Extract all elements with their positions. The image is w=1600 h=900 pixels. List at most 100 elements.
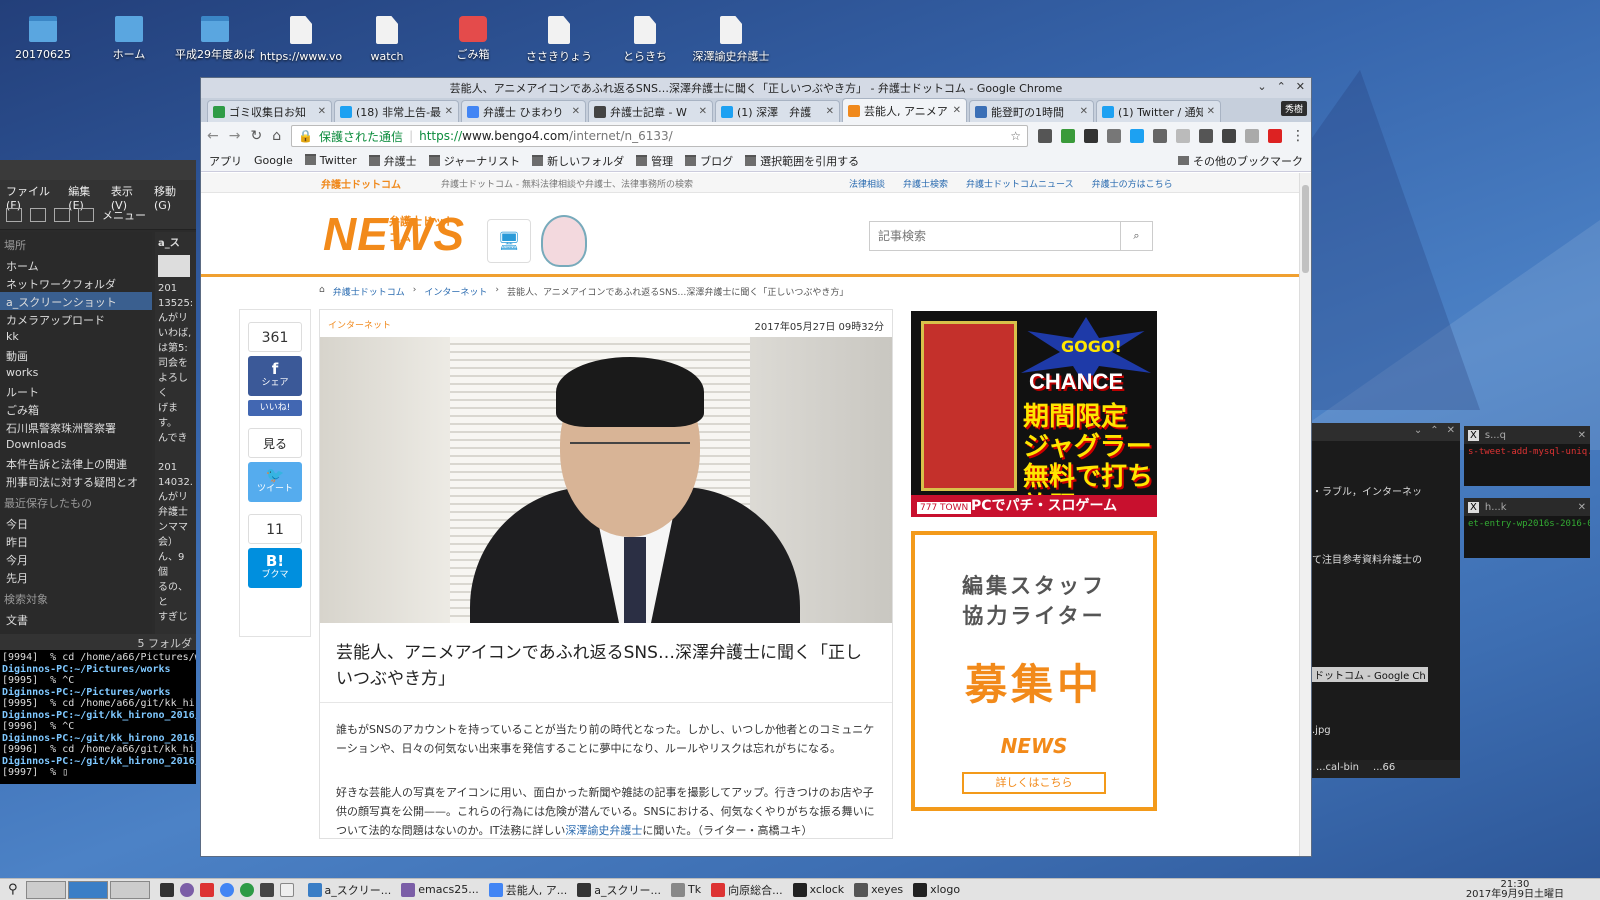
back-icon[interactable]	[6, 207, 22, 222]
sidebar-item[interactable]: カメラアップロード	[0, 310, 152, 328]
app-menu-icon[interactable]: ⚲	[8, 882, 18, 897]
close-tab-icon[interactable]: ✕	[1080, 106, 1088, 117]
extension-icon[interactable]	[1084, 129, 1098, 143]
article-category[interactable]: インターネット	[328, 318, 391, 331]
mascot-icon[interactable]	[541, 215, 587, 267]
desktop-icon-folder[interactable]: 20170625	[0, 14, 86, 62]
browser-tab[interactable]: 芸能人, アニメア ✕	[842, 98, 967, 122]
column-header[interactable]: a_ス	[158, 236, 193, 251]
like-button[interactable]: いいね!	[248, 400, 302, 416]
taskbar-window[interactable]: xeyes	[854, 882, 903, 898]
search-input[interactable]	[870, 222, 1120, 250]
bookmark-item[interactable]: Twitter	[305, 154, 357, 167]
address-bar[interactable]: 🔒 保護された通信 | https://www.bengo4.com/inter…	[291, 125, 1028, 147]
browser-titlebar[interactable]: 芸能人、アニメアイコンであふれ返るSNS…深澤弁護士に聞く「正しいつぶやき方」 …	[201, 78, 1311, 98]
desktop-icon-folder[interactable]: 平成29年度あば	[172, 14, 258, 62]
recent-item[interactable]: 今月	[0, 550, 152, 568]
sidebar-item[interactable]: 石川県警察珠洲警察署	[0, 418, 152, 436]
right-terminal-window[interactable]: ⌄ ⌃ ✕ ・ラブル，インターネッ て注目参考資料弁護士の ドットコム - Goog…	[1312, 423, 1460, 778]
menu-file[interactable]: ファイル(F)	[6, 183, 60, 212]
topbar-link[interactable]: 弁護士検索	[903, 177, 948, 190]
extension-icon[interactable]	[1268, 129, 1282, 143]
forward-icon[interactable]: →	[229, 128, 241, 144]
close-tab-icon[interactable]: ✕	[572, 106, 580, 117]
icon-view-icon[interactable]	[54, 207, 70, 222]
back-icon[interactable]: ←	[207, 128, 219, 144]
close-tab-icon[interactable]: ✕	[826, 106, 834, 117]
browser-tab[interactable]: (1) Twitter / 通知 ✕	[1096, 100, 1221, 122]
mini-window-2[interactable]: Xh...k ✕ et-entry-wp2016s-2016-0	[1464, 498, 1590, 558]
bookmark-item[interactable]: 管理	[636, 153, 673, 169]
terminal-tab[interactable]: ...66	[1373, 762, 1395, 776]
menu-go[interactable]: 移動(G)	[154, 183, 190, 212]
chevron-up-icon[interactable]: ⌃	[1430, 425, 1438, 439]
sidebar-item[interactable]: works	[0, 364, 152, 382]
browser-tab[interactable]: 弁護士 ひまわり ✕	[461, 100, 586, 122]
search-icon[interactable]: ⌕	[1120, 222, 1152, 250]
writer-recruit-ad[interactable]: 編集スタッフ 協力ライター 募集中 NEWS 詳しくはこちら	[911, 531, 1157, 811]
sidebar-item[interactable]: ごみ箱	[0, 400, 152, 418]
sidebar-item[interactable]: 動画	[0, 346, 152, 364]
emacs-launcher-icon[interactable]	[179, 882, 194, 897]
app-launcher-icon[interactable]	[259, 882, 274, 897]
desktop-icon-home[interactable]: ホーム	[86, 14, 172, 62]
bookmark-item[interactable]: Google	[254, 154, 293, 167]
sidebar-item[interactable]: ネットワークフォルダ	[0, 274, 152, 292]
taskbar-window[interactable]: xlogo	[913, 882, 960, 898]
workspace-pager[interactable]	[109, 880, 150, 899]
profile-button[interactable]: 秀樹	[1280, 101, 1307, 116]
sidebar-item[interactable]: a_スクリーンショット	[0, 292, 152, 310]
recent-item[interactable]: 今日	[0, 514, 152, 532]
news-logo[interactable]: NEWS 弁護士ドットコム	[323, 207, 465, 261]
taskbar-window[interactable]: a_スクリー...	[307, 882, 391, 898]
extension-icon[interactable]	[1061, 129, 1075, 143]
pocket-icon[interactable]	[1222, 129, 1236, 143]
details-button[interactable]: 詳しくはこちら	[962, 772, 1106, 794]
bookmark-item[interactable]: ブログ	[685, 153, 733, 169]
sidebar-item[interactable]: Downloads	[0, 436, 152, 454]
close-icon[interactable]: ✕	[1296, 80, 1305, 93]
forward-icon[interactable]	[30, 207, 46, 222]
taskbar-window[interactable]: Tk	[670, 882, 701, 898]
sidebar-item[interactable]: kk	[0, 328, 152, 346]
clock[interactable]: 21:30 2017年9月9日土曜日	[1466, 879, 1600, 900]
hatena-bookmark-button[interactable]: B! ブクマ	[248, 548, 302, 588]
page-scrollbar[interactable]	[1299, 173, 1311, 856]
desktop-icon-file[interactable]: とらきち	[602, 14, 688, 64]
app-launcher-icon[interactable]	[279, 882, 294, 897]
taskbar-window[interactable]: 向原総合...	[711, 882, 783, 898]
chevron-down-icon[interactable]: ⌄	[1257, 80, 1266, 93]
topbar-logo[interactable]: 弁護士ドットコム	[321, 176, 401, 191]
close-tab-icon[interactable]: ✕	[953, 105, 961, 116]
scrollbar-thumb[interactable]	[1302, 185, 1309, 273]
taskbar-window[interactable]: a_スクリー...	[577, 882, 661, 898]
pc-view-icon[interactable]: 🖥	[487, 219, 531, 263]
other-bookmarks[interactable]: その他のブックマーク	[1178, 153, 1303, 169]
breadcrumb-link[interactable]: インターネット	[424, 285, 487, 298]
desktop-icon-file[interactable]: watch	[344, 14, 430, 64]
tweet-button[interactable]: 🐦 ツイート	[248, 462, 302, 502]
bookmark-item[interactable]: 選択範囲を引用する	[745, 153, 859, 169]
terminal-tab[interactable]: ...cal-bin	[1316, 762, 1359, 776]
recent-item[interactable]: 昨日	[0, 532, 152, 550]
close-icon[interactable]: ✕	[1447, 425, 1455, 439]
toolbar-menu-label[interactable]: メニュー	[102, 207, 146, 223]
menu-edit[interactable]: 編集(E)	[68, 183, 103, 212]
list-view-icon[interactable]	[78, 207, 94, 222]
facebook-share-button[interactable]: f シェア	[248, 356, 302, 396]
desktop-icon-trash[interactable]: ごみ箱	[430, 14, 516, 62]
browser-tab[interactable]: ゴミ収集日お知 ✕	[207, 100, 332, 122]
extension-icon[interactable]	[1199, 129, 1213, 143]
close-tab-icon[interactable]: ✕	[1207, 106, 1215, 117]
vivaldi-launcher-icon[interactable]	[199, 882, 214, 897]
menu-icon[interactable]: ⋮	[1291, 129, 1305, 143]
slot-game-ad[interactable]: GOGO! CHANCE 期間限定ジャグラー無料で打ち放題! PCでパチ・スロゲ…	[911, 311, 1157, 517]
close-icon[interactable]: ✕	[1578, 430, 1586, 441]
bookmark-item[interactable]: 弁護士	[369, 153, 417, 169]
reload-icon[interactable]: ↻	[250, 128, 262, 144]
recent-item[interactable]: 先月	[0, 568, 152, 586]
topbar-link[interactable]: 法律相談	[849, 177, 885, 190]
extension-icon[interactable]	[1038, 129, 1052, 143]
taskbar-window[interactable]: xclock	[792, 882, 844, 898]
bookmark-item[interactable]: ジャーナリスト	[429, 153, 520, 169]
